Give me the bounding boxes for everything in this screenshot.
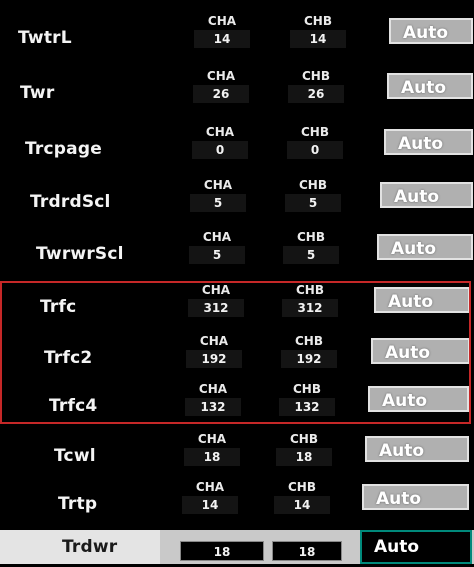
cha-header: CHA	[197, 432, 227, 446]
auto-setting-button[interactable]: Auto	[368, 386, 469, 412]
timing-row-tcwl: Tcwl CHA 18 CHB 18 Auto	[0, 432, 474, 482]
chb-header: CHB	[295, 334, 323, 348]
auto-setting-button[interactable]: Auto	[387, 73, 473, 99]
auto-setting-button[interactable]: Auto	[360, 530, 472, 564]
chb-value: 26	[288, 85, 344, 103]
timing-row-trcpage: Trcpage CHA 0 CHB 0 Auto	[0, 125, 474, 175]
chb-header: CHB	[293, 382, 321, 396]
param-label: TrdrdScl	[30, 192, 111, 212]
auto-setting-button[interactable]: Auto	[380, 182, 473, 208]
auto-setting-button[interactable]: Auto	[371, 338, 470, 364]
cha-header: CHA	[198, 382, 228, 396]
timing-row-trdwr-selected[interactable]: Trdwr 18 18 Auto	[0, 527, 474, 567]
cha-header: CHA	[199, 334, 229, 348]
cha-header: CHA	[201, 283, 231, 297]
cha-value: 14	[194, 30, 250, 48]
param-label: TwtrL	[18, 28, 72, 48]
chb-value: 5	[285, 194, 341, 212]
bios-timing-panel: TwtrL CHA 14 CHB 14 Auto Twr CHA 26 CHB …	[0, 0, 474, 567]
chb-value: 312	[282, 299, 338, 317]
timing-row-trtp: Trtp CHA 14 CHB 14 Auto	[0, 480, 474, 530]
param-label: Trfc	[40, 297, 77, 317]
timing-row-trfc2: Trfc2 CHA 192 CHB 192 Auto	[0, 334, 474, 384]
auto-setting-button[interactable]: Auto	[365, 436, 469, 462]
param-label: Tcwl	[54, 446, 96, 466]
timing-row-twrwrscl: TwrwrScl CHA 5 CHB 5 Auto	[0, 230, 474, 280]
auto-setting-button[interactable]: Auto	[384, 129, 473, 155]
cha-header: CHA	[202, 230, 232, 244]
cha-value: 18	[184, 448, 240, 466]
param-label: TwrwrScl	[36, 244, 124, 264]
cha-value: 26	[193, 85, 249, 103]
param-label: Trtp	[58, 494, 98, 514]
timing-row-twr: Twr CHA 26 CHB 26 Auto	[0, 69, 474, 119]
param-label: Trfc2	[44, 348, 93, 368]
cha-header: CHA	[205, 125, 235, 139]
cha-value: 192	[186, 350, 242, 368]
cha-value: 5	[189, 246, 245, 264]
param-label: Trcpage	[25, 139, 102, 159]
cha-value: 312	[188, 299, 244, 317]
timing-row-trfc: Trfc CHA 312 CHB 312 Auto	[0, 283, 474, 333]
chb-value: 18	[276, 448, 332, 466]
chb-header: CHB	[302, 69, 330, 83]
auto-setting-button[interactable]: Auto	[374, 287, 470, 313]
param-label: Trfc4	[49, 396, 98, 416]
cha-header: CHA	[206, 69, 236, 83]
chb-value: 5	[283, 246, 339, 264]
chb-header: CHB	[301, 125, 329, 139]
chb-value: 18	[272, 541, 342, 561]
timing-row-trfc4: Trfc4 CHA 132 CHB 132 Auto	[0, 382, 474, 432]
chb-header: CHB	[290, 432, 318, 446]
chb-value: 192	[281, 350, 337, 368]
timing-row-twtrl: TwtrL CHA 14 CHB 14 Auto	[0, 14, 474, 64]
chb-header: CHB	[299, 178, 327, 192]
chb-value: 0	[287, 141, 343, 159]
param-label: Trdwr	[62, 537, 118, 557]
auto-setting-button[interactable]: Auto	[362, 484, 469, 510]
cha-value: 18	[180, 541, 264, 561]
cha-value: 5	[190, 194, 246, 212]
timing-row-trdrdscl: TrdrdScl CHA 5 CHB 5 Auto	[0, 178, 474, 228]
cha-value: 0	[192, 141, 248, 159]
chb-value: 14	[274, 496, 330, 514]
chb-value: 132	[279, 398, 335, 416]
cha-header: CHA	[207, 14, 237, 28]
auto-setting-button[interactable]: Auto	[377, 234, 473, 260]
cha-value: 14	[182, 496, 238, 514]
chb-header: CHB	[296, 283, 324, 297]
cha-header: CHA	[195, 480, 225, 494]
param-label: Twr	[20, 83, 55, 103]
chb-header: CHB	[304, 14, 332, 28]
auto-setting-button[interactable]: Auto	[389, 18, 473, 44]
chb-header: CHB	[297, 230, 325, 244]
cha-header: CHA	[203, 178, 233, 192]
cha-value: 132	[185, 398, 241, 416]
chb-value: 14	[290, 30, 346, 48]
chb-header: CHB	[288, 480, 316, 494]
